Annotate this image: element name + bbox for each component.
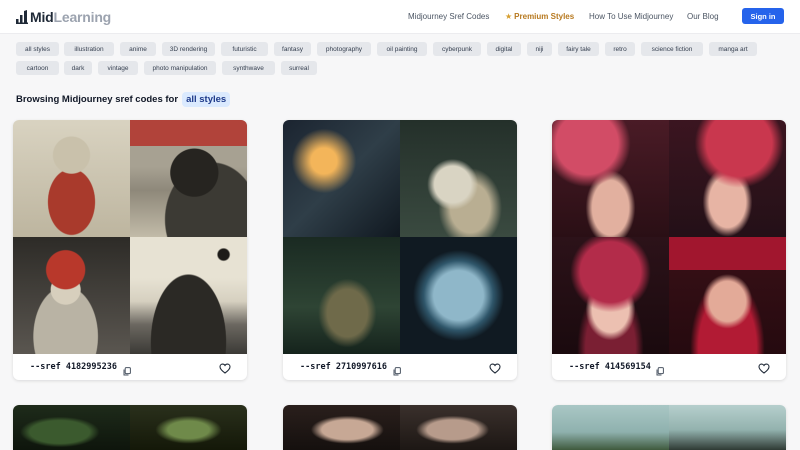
tag-digital[interactable]: digital — [487, 42, 521, 56]
sref-card[interactable]: --sref 414569154 — [552, 120, 786, 380]
page-heading: Browsing Midjourney sref codes for all s… — [16, 91, 231, 107]
sref-preview-grid[interactable] — [552, 405, 786, 450]
preview-image — [552, 237, 669, 354]
tag-photography[interactable]: photography — [317, 42, 371, 56]
heart-icon[interactable] — [489, 361, 501, 374]
top-header: MidLearning Midjourney Sref Codes ★ Prem… — [0, 0, 800, 34]
preview-image — [130, 405, 247, 450]
tag-surreal[interactable]: surreal — [281, 61, 317, 75]
heading-prefix: Browsing Midjourney sref codes for — [16, 93, 179, 105]
tag-fairy-tale[interactable]: fairy tale — [558, 42, 599, 56]
tag-3d-rendering[interactable]: 3D rendering — [162, 42, 215, 56]
sref-code[interactable]: --sref 2710997616 — [300, 362, 387, 372]
signin-button[interactable]: Sign in — [742, 8, 784, 24]
tag-niji[interactable]: niji — [527, 42, 552, 56]
preview-image — [669, 405, 786, 450]
copy-icon[interactable] — [123, 363, 131, 376]
tag-oil-painting[interactable]: oil painting — [377, 42, 427, 56]
card-footer: --sref 4182995236 — [13, 354, 247, 380]
tag-manga-art[interactable]: manga art — [709, 42, 757, 56]
sref-card[interactable]: --sref 4182995236 — [13, 120, 247, 380]
sref-preview-grid[interactable] — [13, 405, 247, 450]
star-icon: ★ — [505, 12, 513, 21]
preview-image — [130, 120, 247, 237]
card-footer: --sref 2710997616 — [283, 354, 517, 380]
copy-icon[interactable] — [656, 363, 664, 376]
copy-icon[interactable] — [393, 363, 401, 376]
tag-synthwave[interactable]: synthwave — [222, 61, 275, 75]
logo-text-bold: Mid — [30, 9, 54, 25]
site-logo[interactable]: MidLearning — [16, 8, 111, 26]
preview-image — [552, 120, 669, 237]
tag-illustration[interactable]: illustration — [64, 42, 114, 56]
nav-sref-codes[interactable]: Midjourney Sref Codes — [408, 12, 489, 21]
card-footer: --sref 414569154 — [552, 354, 786, 380]
sref-preview-grid[interactable] — [283, 120, 517, 354]
tag-science-fiction[interactable]: science fiction — [641, 42, 703, 56]
preview-image — [552, 405, 669, 450]
heart-icon[interactable] — [219, 361, 231, 374]
sref-code[interactable]: --sref 414569154 — [569, 362, 651, 372]
preview-image — [400, 237, 517, 354]
tag-photo-manipulation[interactable]: photo manipulation — [144, 61, 216, 75]
preview-image — [283, 237, 400, 354]
preview-image — [400, 405, 517, 450]
tag-vintage[interactable]: vintage — [98, 61, 138, 75]
tag-cartoon[interactable]: cartoon — [16, 61, 59, 75]
sref-card[interactable] — [13, 405, 247, 450]
preview-image — [283, 405, 400, 450]
sref-card[interactable] — [552, 405, 786, 450]
nav-our-blog[interactable]: Our Blog — [687, 12, 719, 21]
preview-image — [13, 237, 130, 354]
preview-image — [13, 120, 130, 237]
heart-icon[interactable] — [758, 361, 770, 374]
sref-preview-grid[interactable] — [283, 405, 517, 450]
tag-futuristic[interactable]: futuristic — [221, 42, 268, 56]
tag-retro[interactable]: retro — [605, 42, 635, 56]
tag-fantasy[interactable]: fantasy — [274, 42, 311, 56]
logo-text-light: Learning — [53, 9, 112, 25]
preview-image — [130, 237, 247, 354]
nav-premium-label: Premium Styles — [514, 12, 575, 21]
tag-all-styles[interactable]: all styles — [16, 42, 59, 56]
sref-code[interactable]: --sref 4182995236 — [30, 362, 117, 372]
sref-card[interactable]: --sref 2710997616 — [283, 120, 517, 380]
nav-how-to-use[interactable]: How To Use Midjourney — [589, 12, 673, 21]
sref-card[interactable] — [283, 405, 517, 450]
tag-anime[interactable]: anime — [120, 42, 156, 56]
sref-preview-grid[interactable] — [552, 120, 786, 354]
preview-image — [400, 120, 517, 237]
nav-premium-styles[interactable]: ★ Premium Styles — [505, 12, 574, 21]
preview-image — [669, 120, 786, 237]
preview-image — [283, 120, 400, 237]
logo-text: MidLearning — [30, 9, 111, 25]
sref-preview-grid[interactable] — [13, 120, 247, 354]
preview-image — [669, 237, 786, 354]
preview-image — [13, 405, 130, 450]
tag-cyberpunk[interactable]: cyberpunk — [433, 42, 481, 56]
logo-icon — [16, 10, 28, 24]
tag-dark[interactable]: dark — [64, 61, 92, 75]
selected-style-chip: all styles — [182, 91, 231, 107]
